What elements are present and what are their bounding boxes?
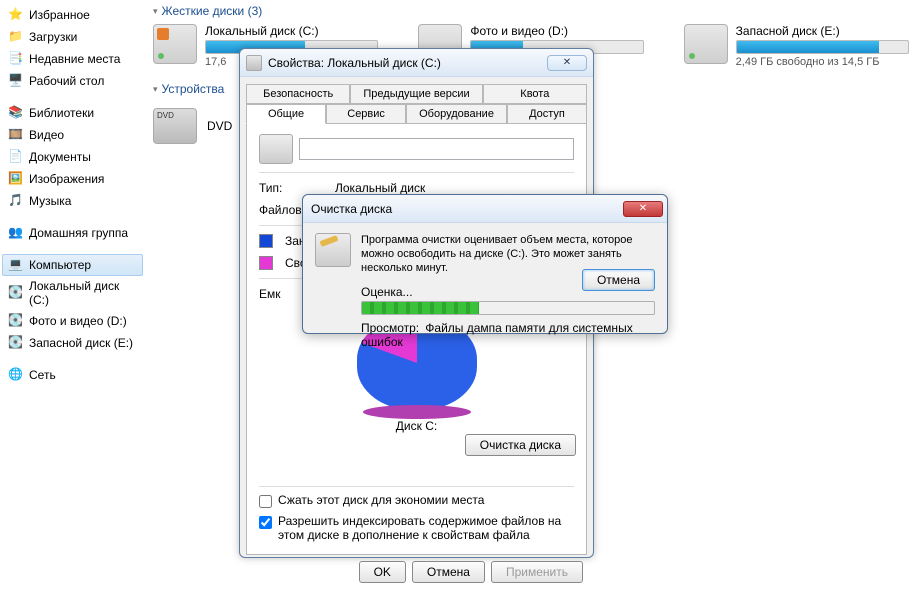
tab-quota[interactable]: Квота bbox=[483, 84, 587, 104]
sidebar-video[interactable]: 🎞️Видео bbox=[2, 124, 143, 146]
dvd-icon bbox=[153, 108, 197, 144]
disk-cleanup-dialog: Очистка диска ✕ Программа очистки оценив… bbox=[302, 194, 668, 334]
sidebar-favorites[interactable]: ⭐Избранное bbox=[2, 4, 143, 26]
progress-bar bbox=[361, 301, 655, 315]
desktop-icon: 🖥️ bbox=[8, 73, 24, 89]
tab-service[interactable]: Сервис bbox=[326, 104, 406, 124]
cancel-button[interactable]: Отмена bbox=[582, 269, 655, 291]
volume-label-input[interactable] bbox=[299, 138, 574, 160]
sidebar-drive-c[interactable]: 💽Локальный диск (C:) bbox=[2, 276, 143, 310]
cleanup-titlebar[interactable]: Очистка диска ✕ bbox=[303, 195, 667, 223]
sidebar-pictures[interactable]: 🖼️Изображения bbox=[2, 168, 143, 190]
folder-icon: 📁 bbox=[8, 29, 24, 45]
homegroup-icon: 👥 bbox=[8, 225, 24, 241]
libraries-icon: 📚 bbox=[8, 105, 24, 121]
computer-icon: 💻 bbox=[8, 257, 24, 273]
drive-icon bbox=[684, 24, 728, 64]
music-icon: 🎵 bbox=[8, 193, 24, 209]
sidebar-music[interactable]: 🎵Музыка bbox=[2, 190, 143, 212]
ok-button[interactable]: OK bbox=[359, 561, 406, 583]
sidebar-homegroup[interactable]: 👥Домашняя группа bbox=[2, 222, 143, 244]
collapse-icon: ▾ bbox=[153, 84, 158, 95]
hdd-section-header[interactable]: ▾Жесткие диски (3) bbox=[153, 0, 909, 24]
sidebar-desktop[interactable]: 🖥️Рабочий стол bbox=[2, 70, 143, 92]
recent-icon: 📑 bbox=[8, 51, 24, 67]
tab-access[interactable]: Доступ bbox=[507, 104, 587, 124]
sidebar-libraries[interactable]: 📚Библиотеки bbox=[2, 102, 143, 124]
sidebar-documents[interactable]: 📄Документы bbox=[2, 146, 143, 168]
collapse-icon: ▾ bbox=[153, 6, 158, 17]
close-button[interactable]: ✕ bbox=[623, 201, 663, 217]
drive-icon: 💽 bbox=[8, 335, 24, 351]
compress-checkbox[interactable]: Сжать этот диск для экономии места bbox=[259, 493, 574, 508]
drive-icon: 💽 bbox=[8, 313, 24, 329]
sidebar-computer[interactable]: 💻Компьютер bbox=[2, 254, 143, 276]
used-space-color bbox=[259, 234, 273, 248]
drive-icon bbox=[153, 24, 197, 64]
navigation-pane: ⭐Избранное 📁Загрузки 📑Недавние места 🖥️Р… bbox=[0, 0, 145, 390]
drive-icon: 💽 bbox=[8, 285, 24, 301]
tab-hardware[interactable]: Оборудование bbox=[406, 104, 507, 124]
video-icon: 🎞️ bbox=[8, 127, 24, 143]
sidebar-recent[interactable]: 📑Недавние места bbox=[2, 48, 143, 70]
network-icon: 🌐 bbox=[8, 367, 24, 383]
sidebar-network[interactable]: 🌐Сеть bbox=[2, 364, 143, 386]
star-icon: ⭐ bbox=[8, 7, 24, 23]
drive-icon bbox=[246, 55, 262, 71]
disk-label: Диск C: bbox=[259, 419, 574, 433]
drive-e-usage-bar bbox=[736, 40, 909, 54]
sidebar-drive-d[interactable]: 💽Фото и видео (D:) bbox=[2, 310, 143, 332]
cancel-button[interactable]: Отмена bbox=[412, 561, 485, 583]
close-button[interactable]: ✕ bbox=[547, 55, 587, 71]
document-icon: 📄 bbox=[8, 149, 24, 165]
index-checkbox[interactable]: Разрешить индексировать содержимое файло… bbox=[259, 514, 574, 542]
properties-titlebar[interactable]: Свойства: Локальный диск (C:) ✕ bbox=[240, 49, 593, 77]
disk-cleanup-button[interactable]: Очистка диска bbox=[465, 434, 576, 456]
sidebar-downloads[interactable]: 📁Загрузки bbox=[2, 26, 143, 48]
drive-e[interactable]: Запасной диск (E:) 2,49 ГБ свободно из 1… bbox=[684, 24, 909, 68]
cleanup-icon bbox=[315, 233, 351, 267]
tab-previous-versions[interactable]: Предыдущие версии bbox=[350, 84, 482, 104]
tab-general[interactable]: Общие bbox=[246, 104, 326, 124]
free-space-color bbox=[259, 256, 273, 270]
apply-button[interactable]: Применить bbox=[491, 561, 583, 583]
drive-icon bbox=[259, 134, 293, 164]
pictures-icon: 🖼️ bbox=[8, 171, 24, 187]
sidebar-drive-e[interactable]: 💽Запасной диск (E:) bbox=[2, 332, 143, 354]
tab-security[interactable]: Безопасность bbox=[246, 84, 350, 104]
